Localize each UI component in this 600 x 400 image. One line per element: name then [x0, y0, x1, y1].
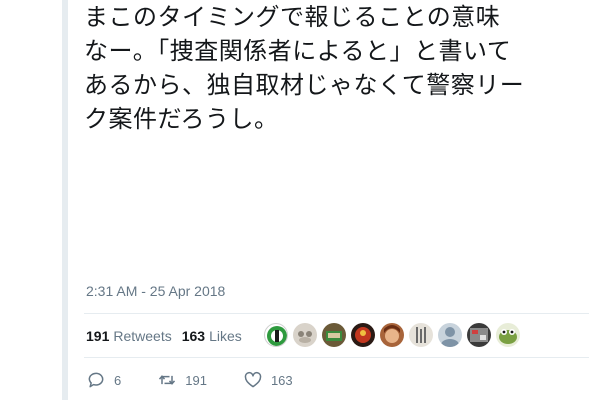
- heart-icon: [244, 371, 262, 388]
- avatar[interactable]: [409, 323, 433, 347]
- avatar[interactable]: [322, 323, 346, 347]
- reply-count: 6: [114, 372, 122, 388]
- tweet-text-line: なー。「捜査関係者によると」と書いて: [84, 37, 512, 65]
- like-count: 163: [270, 372, 293, 388]
- tweet-timestamp[interactable]: 2:31 AM - 25 Apr 2018: [86, 283, 225, 299]
- like-button[interactable]: 163: [243, 370, 293, 390]
- left-rail: [0, 0, 73, 400]
- reply-icon: [88, 372, 104, 388]
- likes-stat[interactable]: 163 Likes: [182, 328, 242, 344]
- retweets-stat[interactable]: 191 Retweets: [86, 328, 172, 344]
- tweet-stats: 191 Retweets 163 Likes: [86, 322, 252, 350]
- liker-avatars: [264, 323, 525, 347]
- retweet-count: 191: [185, 372, 207, 388]
- tweet-actions: 6 191 163: [86, 370, 329, 390]
- likes-label: Likes: [209, 328, 242, 344]
- divider: [84, 357, 589, 358]
- thread-rail-line: [62, 0, 68, 400]
- likes-count: 163: [181, 328, 206, 344]
- avatar[interactable]: [438, 323, 462, 347]
- avatar[interactable]: [264, 323, 288, 347]
- retweets-label: Retweets: [113, 328, 172, 344]
- tweet-text-line: あるから、独自取材じゃなくて警察リー: [84, 71, 525, 99]
- retweet-button[interactable]: 191: [157, 370, 207, 390]
- divider: [84, 313, 589, 314]
- avatar[interactable]: [293, 323, 317, 347]
- tweet-text: まこのタイミングで報じることの意味 なー。「捜査関係者によると」と書いて あるか…: [84, 0, 589, 136]
- tweet-text-line: まこのタイミングで報じることの意味: [84, 3, 501, 31]
- tweet-text-line: ク案件だろうし。: [84, 105, 279, 133]
- avatar[interactable]: [380, 323, 404, 347]
- retweets-count: 191: [86, 328, 110, 344]
- retweet-icon: [159, 375, 176, 385]
- avatar[interactable]: [496, 323, 520, 347]
- tweet-detail-page: まこのタイミングで報じることの意味 なー。「捜査関係者によると」と書いて あるか…: [0, 0, 600, 400]
- avatar[interactable]: [351, 323, 375, 347]
- avatar[interactable]: [467, 323, 491, 347]
- reply-button[interactable]: 6: [86, 370, 121, 390]
